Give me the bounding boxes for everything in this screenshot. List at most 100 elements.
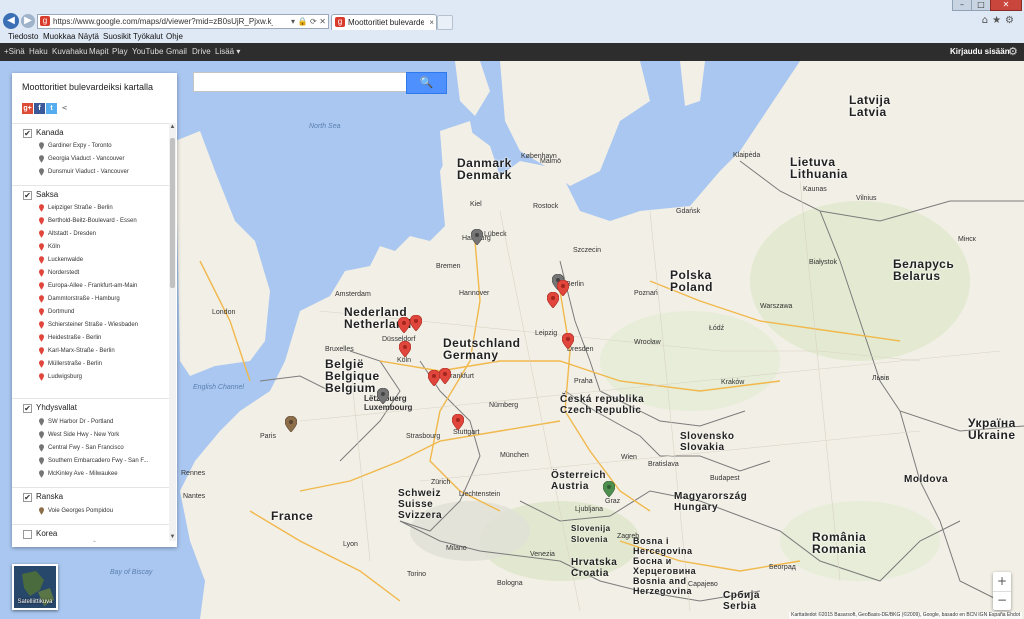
country-label-switzerland: Schweiz Suisse Svizzera xyxy=(398,488,443,521)
list-item[interactable]: Central Fwy - San Francisco xyxy=(12,442,169,455)
satellite-toggle[interactable]: Satelliitti­kuva xyxy=(12,564,58,610)
country-label-belgium: België Belgique Belgium xyxy=(325,357,380,395)
list-item[interactable]: Müllerstraße - Berlin xyxy=(12,358,169,371)
address-bar-icons[interactable]: ▾ 🔒 ⟳ ✕ xyxy=(291,15,326,28)
layer-checkbox[interactable]: ✔ xyxy=(23,191,32,200)
map-pin-koln[interactable] xyxy=(399,341,411,357)
list-item[interactable]: Europa-Allee - Frankfurt-am-Main xyxy=(12,280,169,293)
menu-view[interactable]: Näytä xyxy=(78,30,99,43)
list-item[interactable]: SW Harbor Dr - Portland xyxy=(12,416,169,429)
forward-arrow-icon[interactable]: ▶ xyxy=(21,14,35,28)
zoom-in-button[interactable]: + xyxy=(993,572,1011,592)
layer-checkbox[interactable]: ✔ xyxy=(23,404,32,413)
gbar-link-search[interactable]: Haku xyxy=(29,43,48,61)
list-item[interactable]: Norderstedt xyxy=(12,267,169,280)
scroll-up-icon[interactable]: ▲ xyxy=(169,123,176,131)
pin-icon xyxy=(39,334,44,342)
list-item[interactable]: Karl-Marx-Straße - Berlin xyxy=(12,345,169,358)
list-item[interactable]: Dammtorstraße - Hamburg xyxy=(12,293,169,306)
map-search-input[interactable] xyxy=(193,72,407,92)
gbar-link-play[interactable]: Play xyxy=(112,43,128,61)
gbar-link-youtube[interactable]: YouTube xyxy=(132,43,163,61)
twitter-icon[interactable]: t xyxy=(46,103,57,114)
scroll-down-icon[interactable]: ▼ xyxy=(169,533,176,541)
window-maximize-button[interactable]: □ xyxy=(971,0,991,11)
list-item[interactable]: Berthold-Beitz-Boulevard - Essen xyxy=(12,215,169,228)
map-pin-dresden[interactable] xyxy=(562,333,574,349)
url-text[interactable]: https://www.google.com/maps/d/viewer?mid… xyxy=(53,15,273,28)
country-label-serbia: Србија Serbia xyxy=(723,590,760,612)
map-pin-paris[interactable] xyxy=(285,416,297,432)
map-pin-hamburg[interactable] xyxy=(471,229,483,245)
gear-icon[interactable]: ⚙ xyxy=(1008,43,1018,61)
layer-checkbox[interactable]: ✔ xyxy=(23,129,32,138)
list-item[interactable]: Schiersteiner Straße - Wiesbaden xyxy=(12,319,169,332)
map-pin-luxembourg[interactable] xyxy=(377,388,389,404)
list-item[interactable]: Leipziger Straße - Berlin xyxy=(12,202,169,215)
pin-icon xyxy=(39,418,44,426)
gbar-link-maps[interactable]: Mapit xyxy=(89,43,109,61)
map-title: Moottoritiet bulevardeiksi kartalla xyxy=(22,82,154,92)
window-minimize-button[interactable]: – xyxy=(952,0,972,11)
facebook-icon[interactable]: f xyxy=(34,103,45,114)
layer-checkbox[interactable] xyxy=(23,530,32,539)
list-item[interactable]: Georgia Viaduct - Vancouver xyxy=(12,153,169,166)
city-label: Venezia xyxy=(530,551,555,558)
layer-name[interactable]: Saksa xyxy=(36,189,58,200)
map-pin-dortmund[interactable] xyxy=(410,315,422,331)
window-close-button[interactable]: ✕ xyxy=(990,0,1022,11)
gbar-link-plus[interactable]: +Sinä xyxy=(4,43,25,61)
map-attribution[interactable]: Karttatiedot ©2015 Basarsoft, GeoBasis-D… xyxy=(789,612,1022,619)
menu-favorites[interactable]: Suosikit xyxy=(103,30,131,43)
layer-name[interactable]: Kanada xyxy=(36,127,64,138)
list-item[interactable]: Ludwigsburg xyxy=(12,371,169,384)
layer-checkbox[interactable]: ✔ xyxy=(23,493,32,502)
list-item[interactable]: Altstadt - Dresden xyxy=(12,228,169,241)
gbar-link-more[interactable]: Lisää ▾ xyxy=(215,43,240,61)
map-pin-frankfurt[interactable] xyxy=(439,368,451,384)
list-item[interactable]: Southern Embarcadero Fwy - San F... xyxy=(12,455,169,468)
city-label: Bologna xyxy=(497,580,523,587)
toolbar-icons[interactable]: ⌂★⚙ xyxy=(982,14,1018,28)
browser-tab[interactable]: g Moottoritiet bulevardeiksi k... × xyxy=(331,14,437,30)
map-pin-ludwigsburg[interactable] xyxy=(452,414,464,430)
menu-file[interactable]: Tiedosto xyxy=(8,30,38,43)
list-item[interactable]: McKinley Ave - Milwaukee xyxy=(12,468,169,481)
list-item[interactable]: Luckenwalde xyxy=(12,254,169,267)
panel-scrollbar[interactable]: ▲ ▼ xyxy=(169,123,176,541)
layer-name[interactable]: Yhdysvallat xyxy=(36,402,77,413)
pin-icon xyxy=(39,243,44,251)
search-button[interactable]: 🔍 xyxy=(406,72,447,94)
map-pin-graz[interactable] xyxy=(603,481,615,497)
menu-edit[interactable]: Muokkaa xyxy=(43,30,75,43)
map-canvas[interactable]: Latvija Latvia Lietuva Lithuania Danmark… xyxy=(0,61,1024,619)
back-arrow-icon[interactable]: ◀ xyxy=(3,13,19,29)
map-pin-luckenwalde[interactable] xyxy=(547,292,559,308)
address-bar[interactable]: g https://www.google.com/maps/d/viewer?m… xyxy=(37,14,329,29)
gbar-link-drive[interactable]: Drive xyxy=(192,43,211,61)
menu-tools[interactable]: Työkalut xyxy=(133,30,163,43)
list-item[interactable]: Dortmund xyxy=(12,306,169,319)
google-plus-icon[interactable]: g+ xyxy=(22,103,33,114)
layer-name[interactable]: Korea xyxy=(36,528,57,539)
map-pin-essen[interactable] xyxy=(398,317,410,333)
layer-name[interactable]: Ranska xyxy=(36,491,63,502)
zoom-out-button[interactable]: − xyxy=(993,591,1011,610)
scroll-thumb[interactable] xyxy=(170,138,175,288)
panel-collapse-icon[interactable]: ⌃ xyxy=(12,541,177,547)
new-tab-button[interactable] xyxy=(437,15,453,30)
share-icon[interactable]: < xyxy=(59,103,70,114)
tab-close-icon[interactable]: × xyxy=(429,15,434,30)
list-item[interactable]: Dunsmuir Viaduct - Vancouver xyxy=(12,166,169,179)
menu-help[interactable]: Ohje xyxy=(166,30,183,43)
city-label: Praha xyxy=(574,378,593,385)
list-item[interactable]: West Side Hwy - New York xyxy=(12,429,169,442)
sign-in-button[interactable]: Kirjaudu sisään xyxy=(950,43,1010,61)
city-label: Vilnius xyxy=(856,195,877,202)
list-item[interactable]: Gardiner Expy - Toronto xyxy=(12,140,169,153)
gbar-link-gmail[interactable]: Gmail xyxy=(166,43,187,61)
list-item[interactable]: Köln xyxy=(12,241,169,254)
list-item[interactable]: Voie Georges Pompidou xyxy=(12,505,169,518)
list-item[interactable]: Heidestraße - Berlin xyxy=(12,332,169,345)
gbar-link-images[interactable]: Kuvahaku xyxy=(52,43,88,61)
